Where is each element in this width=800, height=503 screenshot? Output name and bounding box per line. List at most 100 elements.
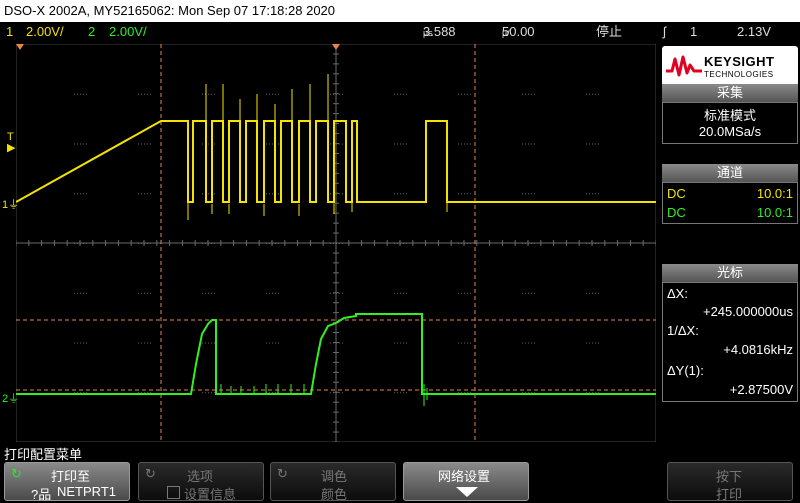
trigger-level-marker[interactable]: T ▶ <box>7 132 15 154</box>
run-state[interactable]: 停止 <box>596 22 622 42</box>
grid-dot <box>470 342 471 344</box>
grid-dot <box>147 243 148 244</box>
ch1-number[interactable]: 1 <box>6 22 13 42</box>
grid-dot <box>400 342 401 344</box>
trigger-level[interactable]: 2.13V <box>737 22 771 42</box>
waveform-svg <box>15 43 657 443</box>
grid-dot <box>77 143 78 145</box>
grid-dot <box>403 193 404 195</box>
grid-dot <box>403 392 404 394</box>
softkey-press-to-print[interactable]: 按下 打印 <box>667 462 793 502</box>
sample-rate: 20.0MSa/s <box>698 124 762 139</box>
grid-dot <box>598 193 599 195</box>
grid-dot <box>528 93 529 95</box>
grid-dot <box>464 93 465 95</box>
channels-header[interactable]: 通道 <box>662 164 798 182</box>
grid-dot <box>144 143 145 145</box>
grid-dot <box>208 93 209 95</box>
acquire-header[interactable]: 采集 <box>662 84 798 102</box>
grid-dot <box>400 93 401 95</box>
grid-dot <box>272 292 273 294</box>
grid-dot <box>394 292 395 294</box>
grid-dot <box>86 93 87 95</box>
grid-dot <box>144 193 145 195</box>
ch2-number[interactable]: 2 <box>88 22 95 42</box>
trigger-channel[interactable]: 1 <box>690 22 697 42</box>
softkey-print-to[interactable]: ↻ 打印至 ?品 NETPRT1 <box>4 462 130 502</box>
setup-info-checkbox[interactable] <box>167 486 180 499</box>
inv-delta-x-label: 1/ΔX: <box>667 323 699 338</box>
grid-dot <box>147 342 148 344</box>
grid-dot <box>202 342 203 344</box>
grid-dot <box>269 93 270 95</box>
waveform-display[interactable] <box>15 43 657 443</box>
grid-dot <box>342 342 343 344</box>
grid-dot <box>147 193 148 195</box>
softkey-options[interactable]: ↻ 选项 设置信息 <box>138 462 264 502</box>
grid-dot <box>470 93 471 95</box>
grid-dot <box>592 93 593 95</box>
grid-dot <box>467 93 468 95</box>
grid-dot <box>586 243 587 244</box>
acquire-box[interactable]: 标准模式 20.0MSa/s <box>662 102 798 144</box>
grid-dot <box>522 292 523 294</box>
grid-dot <box>598 292 599 294</box>
grid-dot <box>208 143 209 145</box>
grid-dot <box>205 342 206 344</box>
grid-dot <box>528 292 529 294</box>
inv-delta-x-value: +4.0816kHz <box>723 342 793 357</box>
grid-dot <box>272 243 273 244</box>
grid-dot <box>397 392 398 394</box>
cursors-header[interactable]: 光标 <box>662 264 798 282</box>
time-scale[interactable]: 50.00 µ/ <box>502 22 535 43</box>
grid-dot <box>269 342 270 344</box>
ch2-coupling: DC <box>667 205 686 220</box>
trigger-edge-icon: ʃ <box>663 24 666 39</box>
cursors-box[interactable]: ΔX: +245.000000us 1/ΔX: +4.0816kHz ΔY(1)… <box>662 282 798 402</box>
grid-dot <box>150 193 151 195</box>
grid-dot <box>150 243 151 244</box>
ch2-scale[interactable]: 2.00V/ <box>109 22 147 42</box>
grid-dot <box>406 193 407 195</box>
acquire-mode: 标准模式 <box>703 108 756 123</box>
grid-dot <box>269 243 270 244</box>
grid-dot <box>208 243 209 244</box>
time-offset[interactable]: 3.588 µs <box>423 22 456 43</box>
grid-dot <box>406 143 407 145</box>
ch2-ground-marker[interactable]: 2⏚ <box>2 390 19 406</box>
grid-dot <box>598 143 599 145</box>
softkey-network-setup[interactable]: 网络设置 <box>403 462 529 501</box>
grid-dot <box>595 143 596 145</box>
grid-dot <box>211 93 212 95</box>
grid-dot <box>406 342 407 344</box>
grid-dot <box>589 93 590 95</box>
grid-dot <box>275 243 276 244</box>
grid-dot <box>144 292 145 294</box>
grid-dot <box>525 193 526 195</box>
grid-dot <box>522 243 523 244</box>
ch1-ground-marker[interactable]: 1⏚ <box>2 196 19 212</box>
grid-dot <box>202 93 203 95</box>
grid-dot <box>138 93 139 95</box>
softkey-palette[interactable]: ↻ 调色 颜色 <box>270 462 396 502</box>
grid-dot <box>394 143 395 145</box>
channels-box[interactable]: DC 10.0:1 DC 10.0:1 <box>662 182 798 224</box>
ch1-scale[interactable]: 2.00V/ <box>26 22 64 42</box>
grid-dot <box>342 392 343 394</box>
grid-dot <box>336 93 337 95</box>
grid-dot <box>74 243 75 244</box>
grid-dot <box>464 292 465 294</box>
grid-dot <box>80 93 81 95</box>
grid-dot <box>77 93 78 95</box>
grid-dot <box>595 243 596 244</box>
grid-dot <box>458 342 459 344</box>
rotate-knob-icon: ↻ <box>277 466 288 481</box>
grid-dot <box>266 93 267 95</box>
grid-dot <box>339 243 340 244</box>
grid-dot <box>144 93 145 95</box>
grid-dot <box>525 342 526 344</box>
grid-dot <box>83 342 84 344</box>
grid-dot <box>458 193 459 195</box>
grid-dot <box>275 292 276 294</box>
grid-dot <box>525 93 526 95</box>
